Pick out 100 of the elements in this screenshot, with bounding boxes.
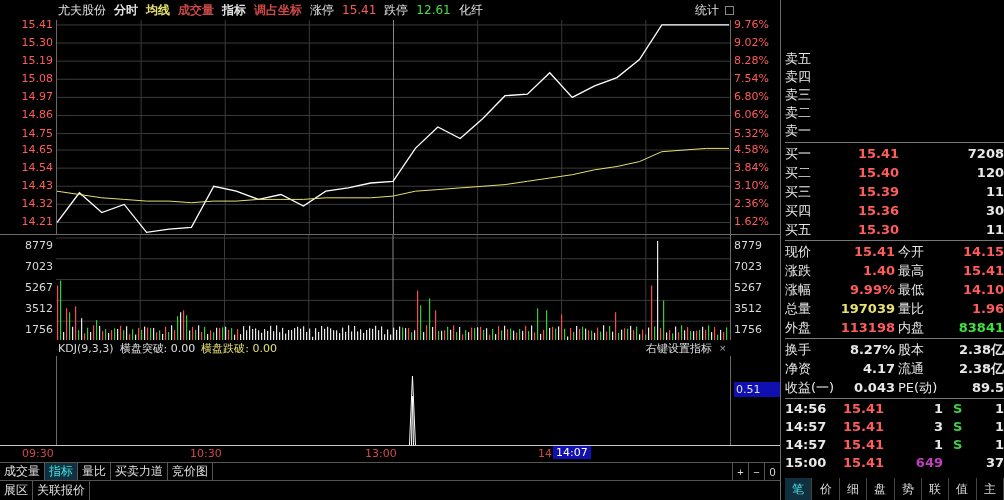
indicator-name: KDJ(9,3,3) bbox=[58, 341, 114, 355]
price-axis-label: 14.75 bbox=[21, 126, 53, 141]
tick-time: 15:00 bbox=[785, 454, 828, 470]
tick-side: S bbox=[952, 400, 964, 416]
tick-price: 15.41 bbox=[843, 436, 886, 452]
time-cursor-label: 14:07 bbox=[553, 446, 591, 459]
percent-axis-label: 2.36% bbox=[734, 197, 769, 212]
bid-volume: 11 bbox=[984, 222, 1004, 237]
quote-value: 15.41 bbox=[852, 244, 895, 259]
limit-down-label: 跌停 bbox=[384, 1, 409, 19]
price-axis-label: 14.32 bbox=[21, 197, 53, 212]
quote-label: 最低 bbox=[897, 280, 925, 299]
quote-label: 最高 bbox=[897, 261, 925, 280]
quote-label: 涨幅 bbox=[785, 280, 812, 299]
volume-axis-label: 1756 bbox=[734, 322, 762, 338]
time-axis-label: 13:00 bbox=[365, 447, 397, 460]
stat-value: 89.5 bbox=[970, 380, 1004, 395]
percent-axis-label: 3.10% bbox=[734, 179, 769, 194]
bid-level-label: 买三 bbox=[785, 182, 812, 201]
bid-level-label: 买四 bbox=[785, 201, 812, 220]
stat-value: 8.27% bbox=[848, 342, 895, 357]
quote-label: 外盘 bbox=[785, 318, 812, 337]
tick-price: 15.41 bbox=[843, 418, 886, 434]
percent-axis-label: 1.62% bbox=[734, 215, 769, 230]
volume-axis-label: 5267 bbox=[734, 280, 762, 296]
bid-volume: 11 bbox=[984, 184, 1004, 199]
price-axis-label: 14.97 bbox=[21, 90, 53, 105]
bid-volume: 30 bbox=[984, 203, 1004, 218]
tick-price: 15.41 bbox=[843, 454, 886, 470]
price-axis-label: 14.21 bbox=[21, 215, 53, 230]
limit-up-label: 涨停 bbox=[310, 1, 334, 19]
volume-axis-label: 8779 bbox=[734, 238, 762, 254]
tick-time: 14:57 bbox=[785, 436, 828, 452]
stat-label: 流通 bbox=[897, 359, 925, 378]
volume-axis-label: 3512 bbox=[734, 301, 762, 317]
quote-label: 总量 bbox=[785, 299, 812, 318]
quote-value: 83841 bbox=[957, 320, 1004, 335]
bid-price: 15.39 bbox=[856, 184, 899, 199]
tick-side: S bbox=[952, 436, 964, 452]
price-axis-label: 14.86 bbox=[21, 108, 53, 123]
tick-volume: 649 bbox=[914, 454, 943, 470]
tick-volume: 3 bbox=[932, 418, 943, 434]
tick-side: S bbox=[952, 418, 964, 434]
limit-up-price: 15.41 bbox=[342, 3, 377, 17]
percent-axis-label: 3.84% bbox=[734, 161, 769, 176]
percent-axis-label: 9.02% bbox=[734, 36, 769, 51]
quote-label: 内盘 bbox=[897, 318, 925, 337]
tick-time: 14:57 bbox=[785, 418, 828, 434]
quote-label: 今开 bbox=[897, 242, 925, 261]
price-axis-label: 14.43 bbox=[21, 179, 53, 194]
quote-value: 1.96 bbox=[970, 301, 1004, 316]
stat-value: 0.043 bbox=[852, 380, 895, 395]
indicator-value: 横盘跌破: 0.00 bbox=[201, 340, 277, 356]
percent-axis-label: 6.80% bbox=[734, 90, 769, 105]
time-axis-label: 09:30 bbox=[22, 447, 54, 460]
percent-axis-label: 5.32% bbox=[734, 126, 769, 141]
tick-volume: 1 bbox=[932, 436, 943, 452]
ask-level-label: 卖三 bbox=[785, 86, 812, 104]
percent-axis-label: 9.76% bbox=[734, 17, 769, 32]
price-axis-label: 14.65 bbox=[21, 143, 53, 158]
quote-value: 197039 bbox=[839, 301, 895, 316]
quote-value: 14.15 bbox=[961, 244, 1004, 259]
bid-level-label: 买五 bbox=[785, 220, 812, 239]
stat-value: 4.17 bbox=[861, 361, 895, 376]
volume-axis-label: 7023 bbox=[25, 259, 53, 275]
industry-label: 化纤 bbox=[458, 1, 483, 19]
bid-volume: 7208 bbox=[966, 146, 1004, 161]
time-axis-label: 10:30 bbox=[190, 447, 222, 460]
volume-axis-label: 8779 bbox=[25, 238, 53, 254]
bid-price: 15.30 bbox=[856, 222, 899, 237]
bid-price: 15.36 bbox=[856, 203, 899, 218]
tick-volume: 1 bbox=[932, 400, 943, 416]
tick-count: 1 bbox=[993, 436, 1004, 452]
stat-label: 净资 bbox=[785, 359, 812, 378]
percent-axis-label: 6.06% bbox=[734, 108, 769, 123]
tick-time: 14:56 bbox=[785, 400, 828, 416]
price-axis-label: 15.30 bbox=[21, 36, 53, 51]
tick-count: 37 bbox=[984, 454, 1004, 470]
tick-price: 15.41 bbox=[843, 400, 886, 416]
bid-level-label: 买一 bbox=[785, 144, 812, 163]
stat-label: PE(动) bbox=[897, 378, 939, 397]
stat-label: 股本 bbox=[897, 340, 925, 359]
price-axis-label: 15.08 bbox=[21, 72, 53, 87]
stat-label: 换手 bbox=[785, 340, 812, 359]
quote-label: 涨跌 bbox=[785, 261, 812, 280]
bid-price: 15.41 bbox=[856, 146, 899, 161]
limit-down-price: 12.61 bbox=[416, 3, 451, 17]
percent-axis-label: 4.58% bbox=[734, 143, 769, 158]
ask-level-label: 卖四 bbox=[785, 68, 812, 86]
quote-value: 15.41 bbox=[961, 263, 1004, 278]
quote-value: 113198 bbox=[839, 320, 895, 335]
ask-level-label: 卖一 bbox=[785, 122, 812, 140]
stat-label: 收益(一) bbox=[785, 378, 833, 397]
ask-level-label: 卖二 bbox=[785, 104, 812, 122]
volume-axis-label: 1756 bbox=[25, 322, 53, 338]
price-axis-label: 15.19 bbox=[21, 54, 53, 69]
percent-axis-label: 8.28% bbox=[734, 54, 769, 69]
time-axis-label: 14 bbox=[538, 447, 552, 460]
percent-axis-label: 7.54% bbox=[734, 72, 769, 87]
indicator-settings-hint: 右键设置指标 bbox=[645, 340, 712, 356]
